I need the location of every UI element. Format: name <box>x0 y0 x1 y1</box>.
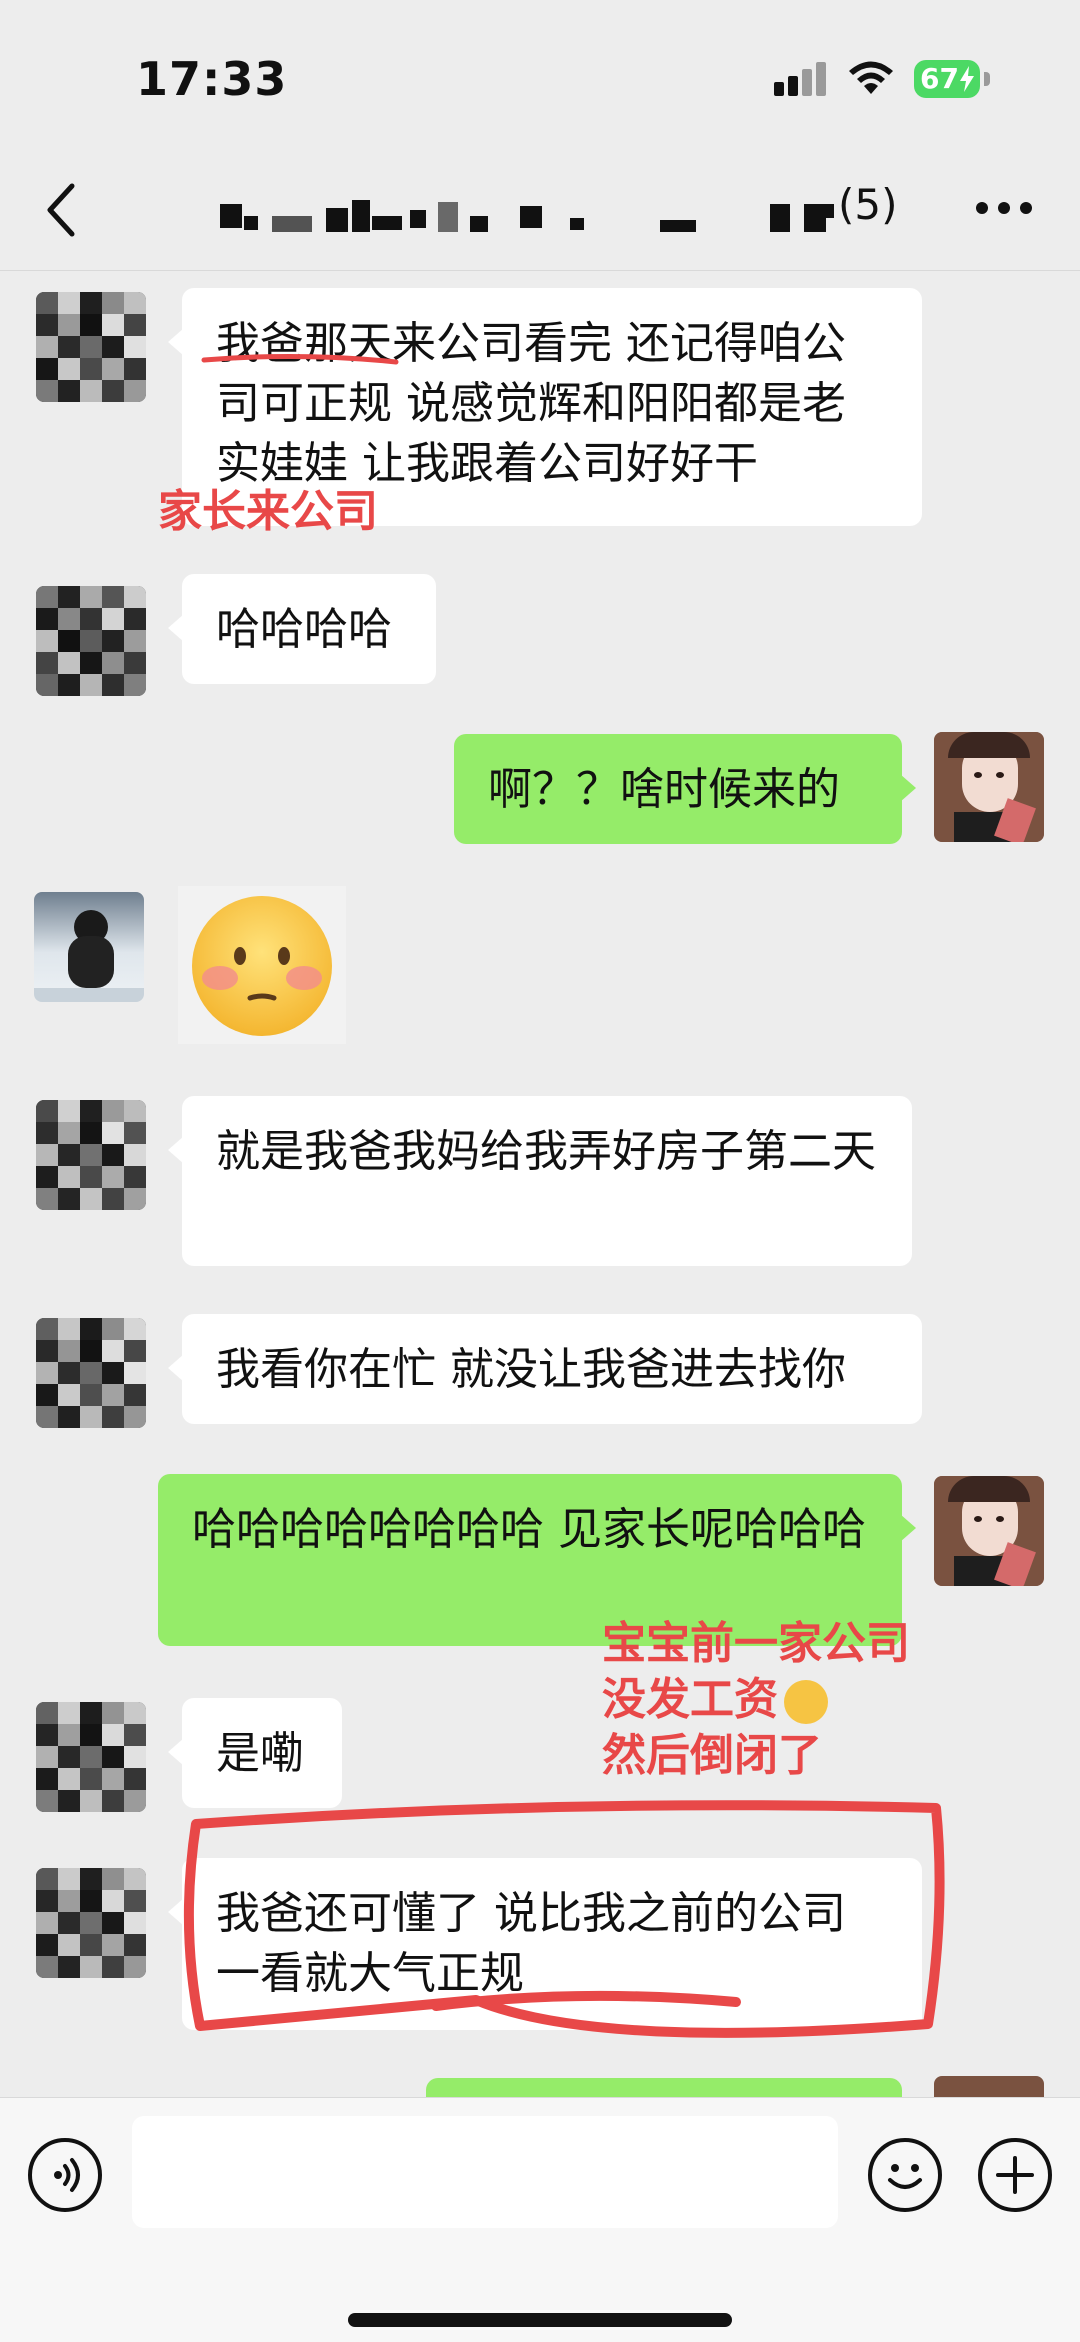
message-text: 我看你在忙 就没让我爸进去找你 <box>216 1344 846 1395</box>
chat-title-redacted <box>210 182 910 242</box>
message-bubble[interactable]: 我看你在忙 就没让我爸进去找你 <box>168 1314 922 1424</box>
avatar[interactable] <box>36 292 146 402</box>
annotation-line: 然后倒闭了 <box>602 1730 822 1781</box>
message-text: 哈哈哈哈 <box>216 604 392 655</box>
blush-face-icon <box>192 896 332 1036</box>
emoji-sticker[interactable] <box>178 886 346 1044</box>
message-text: 是嘞 <box>216 1728 304 1779</box>
battery-level: 67 <box>920 62 959 95</box>
message-text: 我爸那天来公司看完 还记得咱公司可正规 说感觉辉和阳阳都是老实娃娃 让我跟着公司… <box>216 318 846 489</box>
annotation-line: 没发工资 <box>602 1672 910 1728</box>
emoji-icon[interactable] <box>868 2138 942 2212</box>
message-bubble[interactable]: 哈哈哈哈 <box>168 574 436 684</box>
avatar[interactable] <box>36 1318 146 1428</box>
melting-face-icon <box>784 1680 828 1724</box>
battery-cap <box>984 72 990 86</box>
message-bubble-self-partial[interactable] <box>426 2078 902 2098</box>
message-input[interactable] <box>132 2116 838 2228</box>
message-bubble[interactable]: 就是我爸我妈给我弄好房子第二天 <box>168 1096 912 1266</box>
self-avatar[interactable] <box>934 732 1044 842</box>
home-indicator[interactable] <box>348 2313 732 2327</box>
plus-icon[interactable] <box>978 2138 1052 2212</box>
self-avatar-partial[interactable] <box>934 2076 1044 2098</box>
signal-icon <box>774 62 826 96</box>
avatar[interactable] <box>36 1100 146 1210</box>
battery-indicator: 67 <box>914 60 980 98</box>
message-text: 哈哈哈哈哈哈哈哈 见家长呢哈哈哈 <box>192 1504 866 1555</box>
message-text: 啊？？啥时候来的 <box>488 764 840 815</box>
charging-bolt-icon <box>960 66 974 92</box>
input-bar <box>0 2097 1080 2342</box>
status-time: 17:33 <box>136 52 288 106</box>
message-text: 就是我爸我妈给我弄好房子第二天 <box>216 1126 876 1177</box>
annotation-parents: 家长来公司 <box>158 486 378 537</box>
member-count: (5) <box>838 180 898 229</box>
status-bar: 17:33 67 <box>0 0 1080 150</box>
underline-annotation <box>201 353 399 365</box>
message-bubble-self[interactable]: 啊？？啥时候来的 <box>454 734 916 844</box>
annotation-note: 宝宝前一家公司 没发工资 然后倒闭了 <box>602 1616 910 1784</box>
voice-icon[interactable] <box>28 2138 102 2212</box>
self-avatar[interactable] <box>934 1476 1044 1586</box>
avatar[interactable] <box>36 1702 146 1812</box>
avatar[interactable] <box>36 586 146 696</box>
wifi-icon <box>849 61 893 94</box>
avatar[interactable] <box>34 892 144 1002</box>
annotation-line: 宝宝前一家公司 <box>602 1618 910 1669</box>
avatar[interactable] <box>36 1868 146 1978</box>
more-icon[interactable] <box>976 202 1032 216</box>
circle-annotation <box>183 1800 945 2038</box>
back-icon[interactable] <box>42 180 82 240</box>
chat-header: (5) <box>0 150 1080 271</box>
